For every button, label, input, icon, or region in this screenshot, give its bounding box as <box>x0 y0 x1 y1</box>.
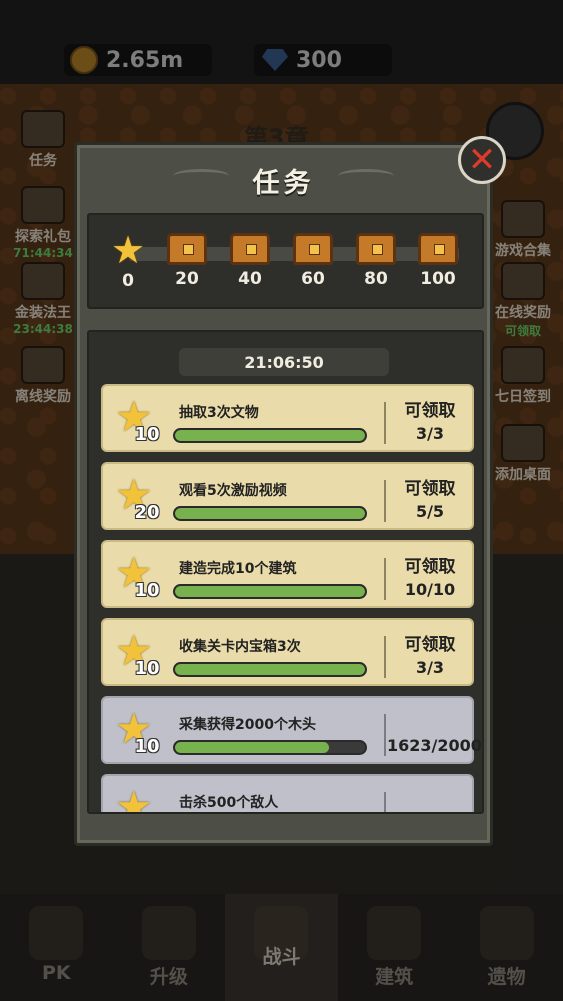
task-count: 3/3 <box>415 658 445 677</box>
reward-node-chest[interactable]: 20 <box>164 233 210 289</box>
task-progress-bar <box>173 584 367 599</box>
task-row[interactable]: ★ 10 采集获得2000个木头 1623/2000 <box>101 696 482 764</box>
task-progress-fill <box>175 586 365 597</box>
reward-node-value: 20 <box>175 269 199 289</box>
star-icon: ★ <box>115 782 153 814</box>
task-name: 建造完成10个建筑 <box>179 561 297 577</box>
task-name: 采集获得2000个木头 <box>179 717 316 733</box>
task-divider <box>384 714 386 756</box>
task-dialog: 任务 ★ 0 20 40 60 80 100 21:06:50 ★ 10 抽取3… <box>74 142 493 846</box>
game-screen: 2.65m 300 第3章 任务 探索礼包 71:44:34 金装法王 23:4… <box>0 0 563 1001</box>
claim-button[interactable]: 可领取 <box>389 474 471 499</box>
reward-node-value: 40 <box>238 269 262 289</box>
treasure-chest-icon <box>293 233 333 265</box>
task-name: 抽取3次文物 <box>179 405 259 421</box>
task-divider <box>384 636 386 678</box>
task-row[interactable]: ★ 20 观看5次激励视频 可领取 5/5 <box>101 462 474 530</box>
reward-node-value: 80 <box>364 269 388 289</box>
reward-node-chest[interactable]: 60 <box>290 233 336 289</box>
treasure-chest-icon <box>418 233 458 265</box>
task-progress-bar <box>173 428 367 443</box>
treasure-chest-icon <box>356 233 396 265</box>
reward-node-value: 0 <box>122 271 134 291</box>
task-divider <box>384 792 386 812</box>
task-points: 10 <box>134 424 160 445</box>
task-progress-bar <box>173 740 367 755</box>
reset-timer: 21:06:50 <box>179 348 389 376</box>
claim-button[interactable]: 可领取 <box>389 396 471 421</box>
task-progress-fill <box>175 508 365 519</box>
task-row[interactable]: ★ 击杀500个敌人 <box>101 774 474 814</box>
close-x-icon[interactable]: ✕ <box>458 136 506 184</box>
reward-node-chest[interactable]: 100 <box>415 233 461 289</box>
task-row[interactable]: ★ 10 抽取3次文物 可领取 3/3 <box>101 384 474 452</box>
task-list-panel[interactable]: 21:06:50 ★ 10 抽取3次文物 可领取 3/3 ★ 20 观看5次激励… <box>87 330 484 814</box>
claim-button[interactable]: 可领取 <box>389 552 471 577</box>
task-name: 收集关卡内宝箱3次 <box>179 639 301 655</box>
task-name: 观看5次激励视频 <box>179 483 287 499</box>
task-progress-fill <box>175 742 329 753</box>
reward-node-value: 100 <box>420 269 456 289</box>
task-progress-fill <box>175 430 365 441</box>
task-count: 1623/2000 <box>387 736 482 755</box>
task-progress-bar <box>173 506 367 521</box>
treasure-chest-icon <box>230 233 270 265</box>
task-divider <box>384 480 386 522</box>
task-row[interactable]: ★ 10 建造完成10个建筑 可领取 10/10 <box>101 540 474 608</box>
star-icon: ★ <box>110 228 146 272</box>
task-row[interactable]: ★ 10 收集关卡内宝箱3次 可领取 3/3 <box>101 618 474 686</box>
task-count: 3/3 <box>415 424 445 443</box>
task-count: 5/5 <box>415 502 445 521</box>
reward-track: ★ 0 20 40 60 80 100 <box>87 213 484 309</box>
task-divider <box>384 558 386 600</box>
task-progress-bar <box>173 662 367 677</box>
claim-button[interactable]: 可领取 <box>389 630 471 655</box>
dialog-title: 任务 <box>252 168 315 199</box>
task-progress-fill <box>175 664 365 675</box>
treasure-chest-icon <box>167 233 207 265</box>
task-points: 20 <box>134 502 160 523</box>
reward-node-chest[interactable]: 40 <box>227 233 273 289</box>
task-name: 击杀500个敌人 <box>179 795 279 811</box>
task-points: 10 <box>134 736 160 757</box>
reward-node-value: 60 <box>301 269 325 289</box>
reward-node-chest[interactable]: 80 <box>353 233 399 289</box>
task-points: 10 <box>134 580 160 601</box>
reward-node-star: ★ 0 <box>105 228 151 291</box>
task-count: 10/10 <box>404 580 456 599</box>
task-divider <box>384 402 386 444</box>
task-points: 10 <box>134 658 160 679</box>
